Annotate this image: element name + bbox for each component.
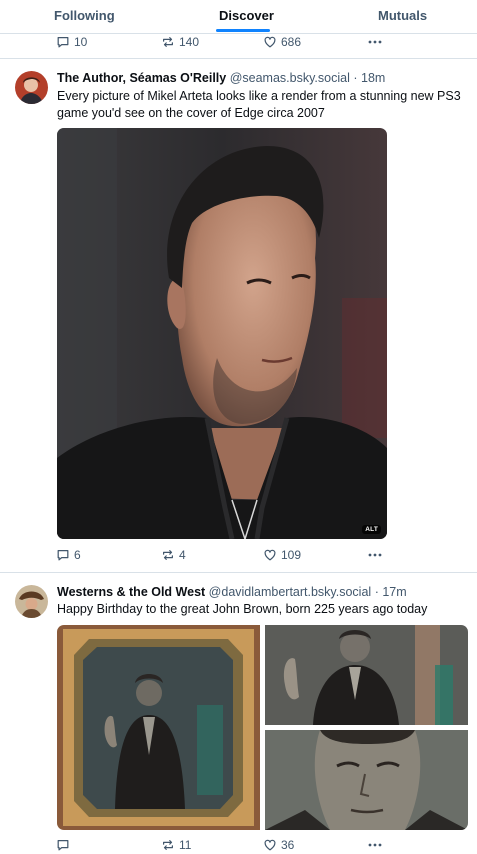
heart-icon: [264, 36, 276, 48]
post-image[interactable]: ALT: [57, 128, 387, 539]
post-header: The Author, Séamas O'Reilly @seamas.bsky…: [57, 71, 385, 85]
prev-post-actions: 10 140 686: [56, 33, 466, 51]
reply-icon: [57, 37, 69, 48]
tab-following[interactable]: Following: [54, 8, 115, 23]
post-divider: [0, 572, 477, 573]
reply-icon: [57, 840, 69, 851]
heart-icon: [264, 839, 276, 851]
like-count: 686: [281, 35, 302, 49]
post-actions: 6 4 109: [56, 546, 466, 564]
more-options-button[interactable]: [367, 546, 383, 564]
avatar[interactable]: [15, 585, 48, 618]
reply-button[interactable]: 10: [56, 33, 87, 51]
repost-count: 140: [179, 35, 200, 49]
daguerreotype-crop: [265, 625, 468, 725]
repost-count: 4: [179, 548, 186, 562]
alt-badge[interactable]: ALT: [362, 525, 381, 534]
avatar-image: [15, 71, 48, 104]
more-icon: [368, 40, 382, 44]
author-name[interactable]: Westerns & the Old West: [57, 585, 205, 599]
tab-discover[interactable]: Discover: [219, 8, 274, 23]
post-actions: 11 36: [56, 836, 466, 854]
repost-icon: [163, 550, 173, 560]
separator: ·: [353, 71, 358, 85]
reply-button[interactable]: 6: [56, 546, 81, 564]
post-image-3[interactable]: [265, 730, 468, 830]
more-icon: [368, 843, 382, 847]
post-text: Every picture of Mikel Arteta looks like…: [57, 89, 461, 120]
repost-icon: [163, 840, 173, 850]
heart-icon: [264, 549, 276, 561]
more-options-button[interactable]: [367, 33, 383, 51]
avatar[interactable]: [15, 71, 48, 104]
post-time[interactable]: 17m: [382, 585, 406, 599]
author-name[interactable]: The Author, Séamas O'Reilly: [57, 71, 226, 85]
repost-count: 11: [179, 838, 192, 852]
author-handle[interactable]: @seamas.bsky.social: [230, 71, 350, 85]
tab-mutuals[interactable]: Mutuals: [378, 8, 427, 23]
like-button[interactable]: 36: [263, 836, 294, 854]
feed-tab-bar: Following Discover Mutuals: [0, 0, 477, 34]
active-tab-indicator: [216, 29, 270, 32]
repost-icon: [163, 37, 173, 47]
reply-count: 6: [74, 548, 81, 562]
like-button[interactable]: 109: [263, 546, 301, 564]
post-image-2[interactable]: [265, 625, 468, 725]
author-handle[interactable]: @davidlambertart.bsky.social: [209, 585, 372, 599]
post-header: Westerns & the Old West @davidlambertart…: [57, 585, 407, 599]
daguerreotype-face: [265, 730, 468, 830]
more-icon: [368, 553, 382, 557]
post-divider: [0, 58, 477, 59]
like-count: 36: [281, 838, 295, 852]
post-text: Happy Birthday to the great John Brown, …: [57, 602, 428, 616]
like-count: 109: [281, 548, 302, 562]
more-options-button[interactable]: [367, 836, 383, 854]
post-image-1[interactable]: [57, 625, 260, 830]
reply-icon: [57, 550, 69, 561]
repost-button[interactable]: 4: [161, 546, 186, 564]
post-time[interactable]: 18m: [361, 71, 385, 85]
like-button[interactable]: 686: [263, 33, 301, 51]
portrait-photo: [57, 128, 387, 539]
separator: ·: [374, 585, 379, 599]
avatar-image: [15, 585, 48, 618]
reply-button[interactable]: [56, 836, 74, 854]
repost-button[interactable]: 140: [161, 33, 199, 51]
reply-count: 10: [74, 35, 88, 49]
daguerreotype-full: [57, 625, 260, 830]
repost-button[interactable]: 11: [161, 836, 191, 854]
